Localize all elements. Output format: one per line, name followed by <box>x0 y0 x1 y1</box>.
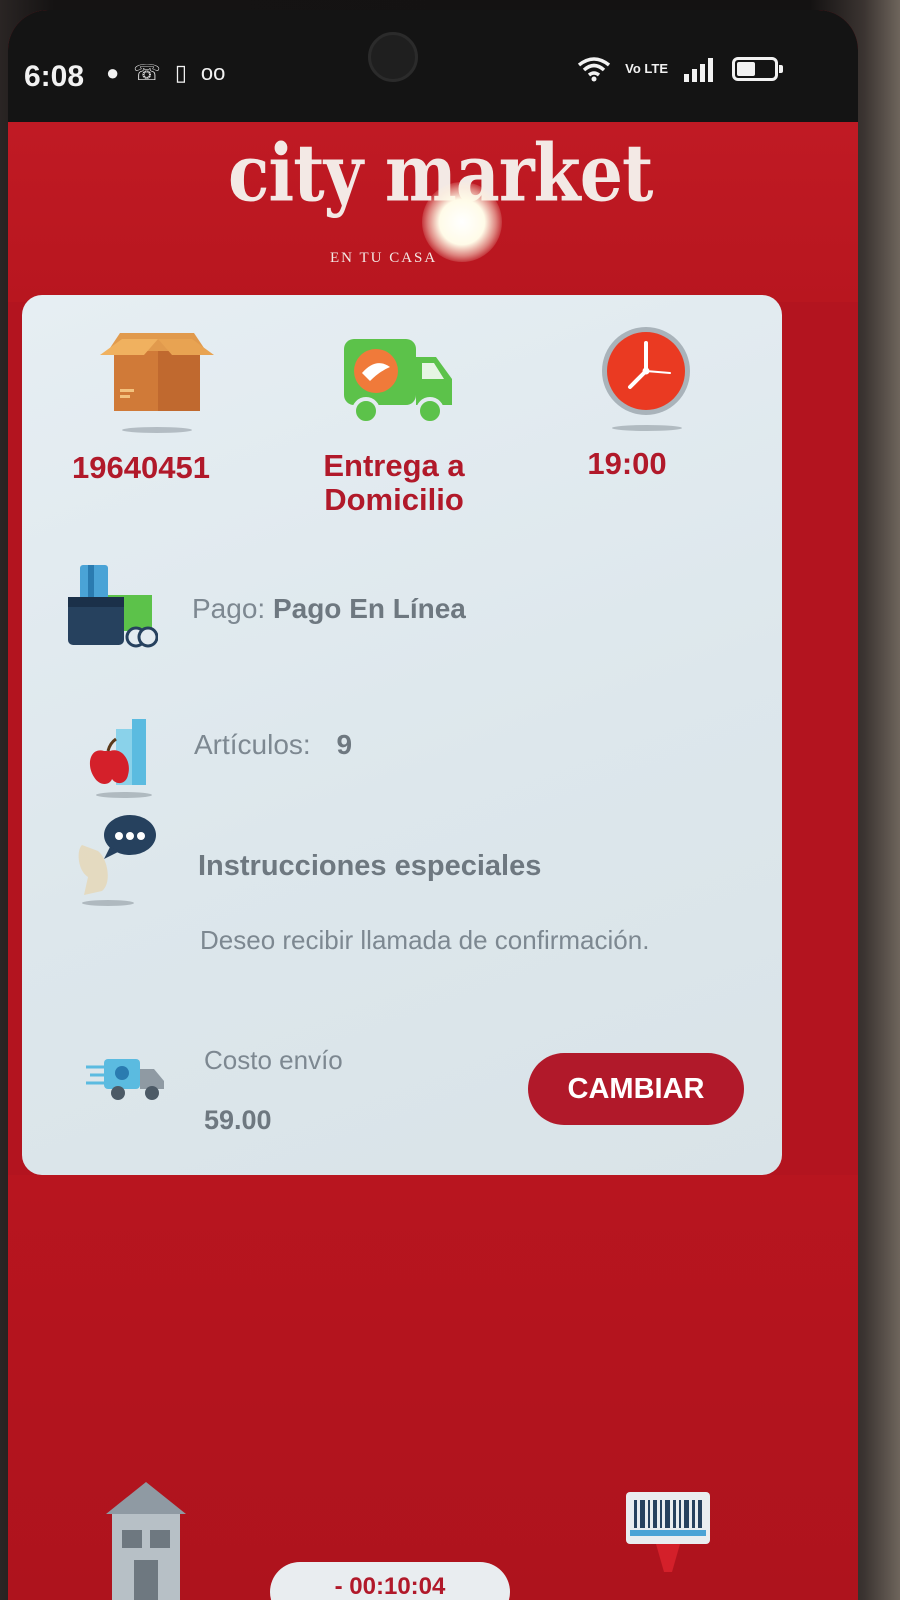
special-instructions-text: Deseo recibir llamada de confirmación. <box>200 925 650 955</box>
box-icon-shadow <box>122 427 192 433</box>
camera-flash-glare <box>422 182 502 262</box>
battery-icon <box>732 57 783 81</box>
change-button[interactable]: CAMBIAR <box>528 1053 744 1125</box>
sim-icon: ▯ <box>174 60 187 85</box>
order-summary-card: 19640451 Entrega a Domicilio 19:00 Pago:… <box>22 295 782 1175</box>
order-number: 19640451 <box>72 450 210 485</box>
notification-icons: ● ☏ ▯ oo <box>106 60 225 86</box>
app-screen: 6:08 ● ☏ ▯ oo Vo LTE city market EN TU C… <box>8 10 858 1600</box>
message-icon: ● <box>106 60 120 85</box>
missed-call-icon: ☏ <box>133 60 161 85</box>
wifi-icon <box>578 57 611 82</box>
session-timer: - 00:10:04 <box>270 1562 510 1600</box>
phone-frame: 6:08 ● ☏ ▯ oo Vo LTE city market EN TU C… <box>0 0 900 1600</box>
status-bar: 6:08 ● ☏ ▯ oo Vo LTE <box>8 10 858 122</box>
items-label: Artículos: <box>194 729 311 760</box>
delivery-type-line2: Domicilio <box>324 482 464 517</box>
delivery-time: 19:00 <box>587 446 667 481</box>
items-count: 9 <box>336 729 353 760</box>
payment-label: Pago: <box>192 593 266 624</box>
shipping-cost-value: 59.00 <box>204 1105 272 1135</box>
voicemail-icon: oo <box>200 60 226 85</box>
barcode-scanner-icon[interactable] <box>626 1492 710 1572</box>
clock-icon-shadow <box>612 425 682 431</box>
signal-icon <box>684 58 713 82</box>
special-instructions-title: Instrucciones especiales <box>198 850 542 882</box>
payment-icon <box>68 565 158 648</box>
delivery-type: Entrega a Domicilio <box>294 449 494 517</box>
system-icons: Vo LTE <box>577 56 783 82</box>
volte-indicator: Vo LTE <box>625 61 668 76</box>
box-icon <box>100 333 214 411</box>
home-icon[interactable] <box>104 1480 188 1600</box>
app-header: city market EN TU CASA <box>8 122 858 302</box>
status-time: 6:08 <box>24 60 85 93</box>
clock-icon <box>602 327 690 415</box>
payment-row: Pago: Pago En Línea <box>192 593 466 625</box>
delivery-truck-icon <box>344 339 452 425</box>
chat-bubble-icon <box>78 815 156 906</box>
delivery-type-line1: Entrega a <box>323 448 465 483</box>
grocery-items-icon <box>89 719 152 798</box>
logo-tagline: EN TU CASA <box>330 250 438 266</box>
items-row: Artículos: 9 <box>194 729 352 761</box>
battery-level <box>737 62 755 76</box>
shipping-cost-label: Costo envío <box>204 1045 343 1075</box>
shipping-truck-icon <box>86 1059 164 1100</box>
payment-method: Pago En Línea <box>272 593 466 624</box>
front-camera <box>368 32 418 82</box>
